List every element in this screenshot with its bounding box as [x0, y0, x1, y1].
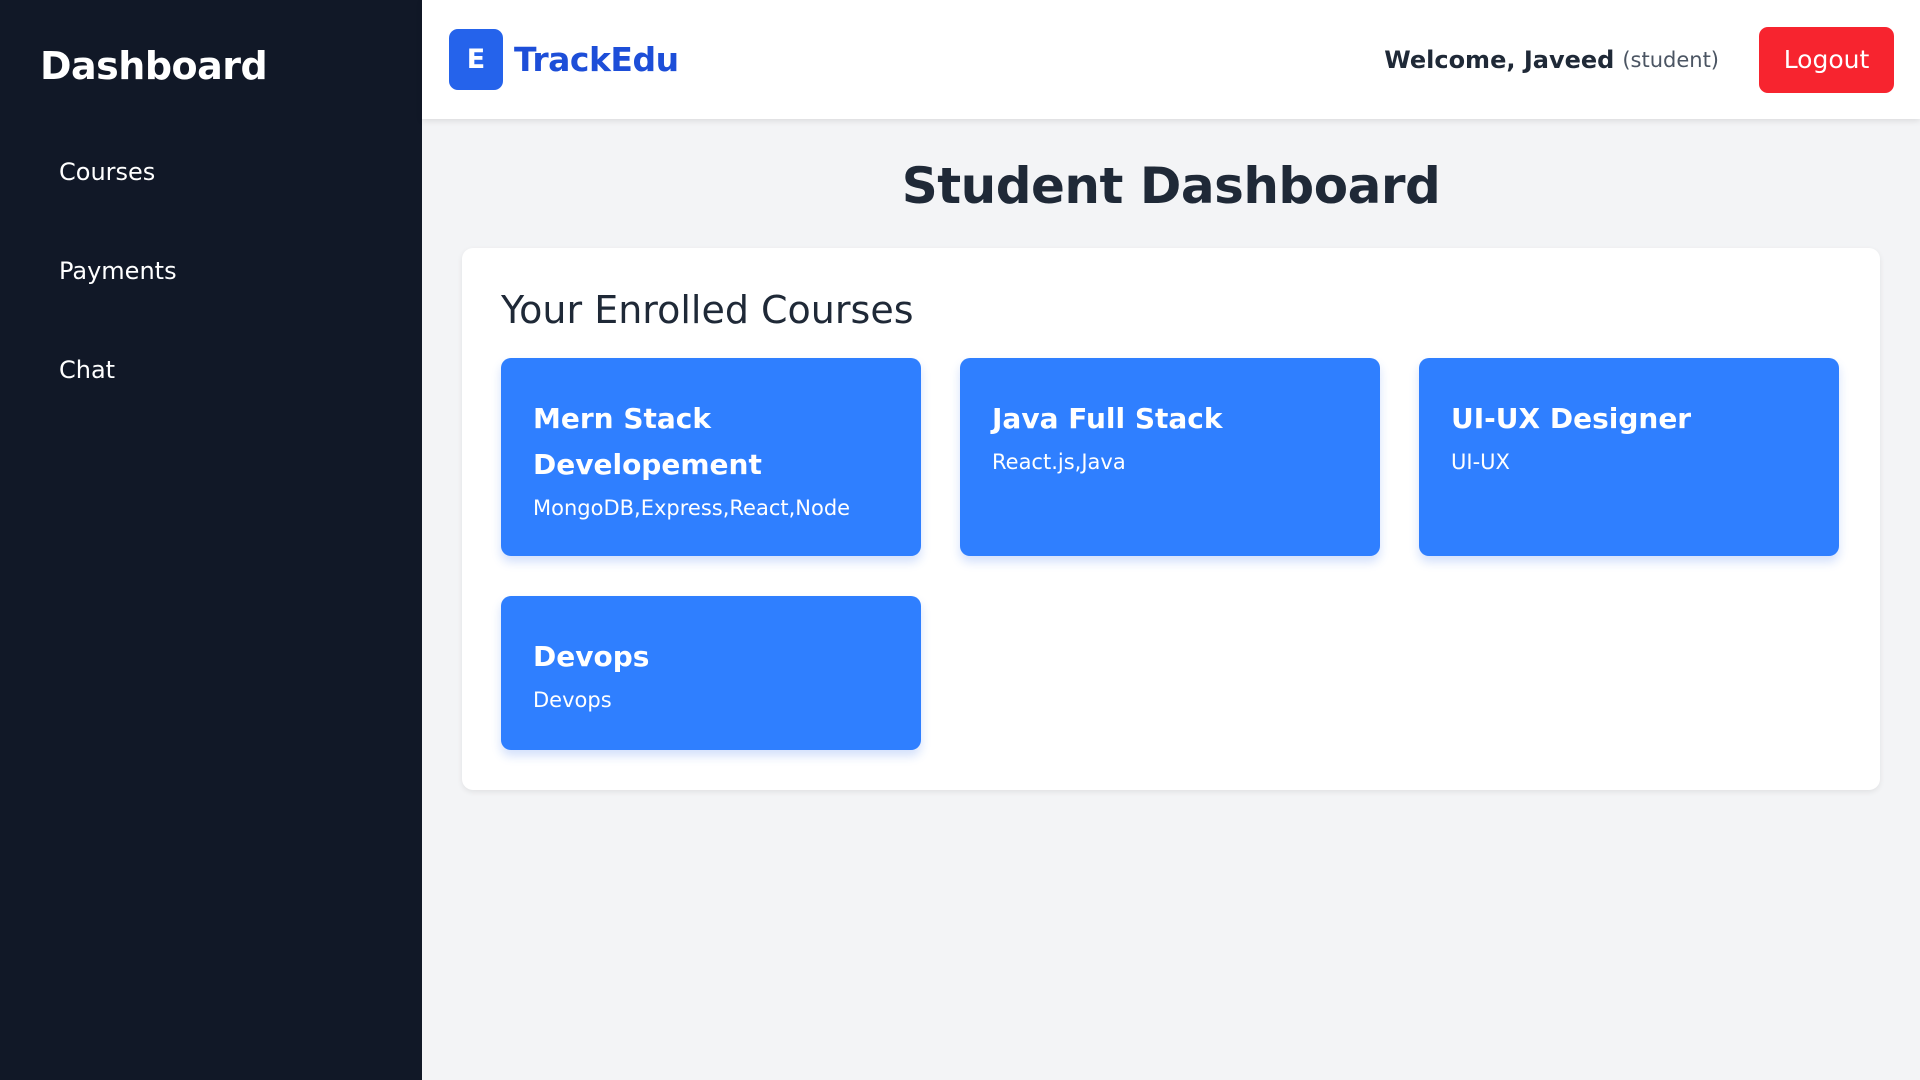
course-card[interactable]: UI-UX Designer UI-UX — [1419, 358, 1839, 556]
sidebar: Dashboard Courses Payments Chat — [0, 0, 422, 1080]
course-tech: Devops — [533, 688, 612, 712]
brand[interactable]: E TrackEdu — [449, 29, 679, 90]
top-header: E TrackEdu Welcome, Javeed (student) Log… — [422, 0, 1920, 119]
user-area: Welcome, Javeed (student) Logout — [1384, 26, 1894, 93]
page-title: Student Dashboard — [901, 157, 1441, 215]
course-card[interactable]: Java Full Stack React.js,Java — [960, 358, 1380, 556]
course-tech: UI-UX — [1451, 450, 1510, 474]
sidebar-title: Dashboard — [40, 44, 268, 88]
course-card[interactable]: Mern Stack Developement MongoDB,Express,… — [501, 358, 921, 556]
welcome-text: Welcome, Javeed — [1384, 45, 1615, 74]
sidebar-nav: Courses Payments Chat — [0, 142, 422, 439]
sidebar-item-courses[interactable]: Courses — [0, 142, 422, 241]
course-tech: MongoDB,Express,React,Node — [533, 496, 851, 520]
sidebar-item-chat[interactable]: Chat — [0, 340, 422, 439]
course-title: Devops — [533, 640, 650, 673]
content: Student Dashboard Your Enrolled Courses … — [422, 119, 1920, 790]
course-title: UI-UX Designer — [1451, 402, 1692, 435]
course-card[interactable]: Devops Devops — [501, 596, 921, 750]
enrolled-courses-panel: Your Enrolled Courses Mern Stack Develop… — [462, 248, 1880, 790]
course-title: Java Full Stack — [992, 402, 1223, 435]
brand-name: TrackEdu — [514, 40, 679, 79]
course-grid: Mern Stack Developement MongoDB,Express,… — [501, 358, 1841, 750]
sidebar-item-payments[interactable]: Payments — [0, 241, 422, 340]
course-title: Mern Stack Developement — [533, 402, 762, 481]
section-title: Your Enrolled Courses — [501, 288, 914, 332]
brand-logo-icon: E — [449, 29, 503, 90]
course-tech: React.js,Java — [992, 450, 1126, 474]
app-root: Dashboard Courses Payments Chat E TrackE… — [0, 0, 1920, 1080]
user-role: (student) — [1622, 47, 1719, 72]
logout-button[interactable]: Logout — [1759, 26, 1894, 93]
main-area: E TrackEdu Welcome, Javeed (student) Log… — [422, 0, 1920, 1080]
